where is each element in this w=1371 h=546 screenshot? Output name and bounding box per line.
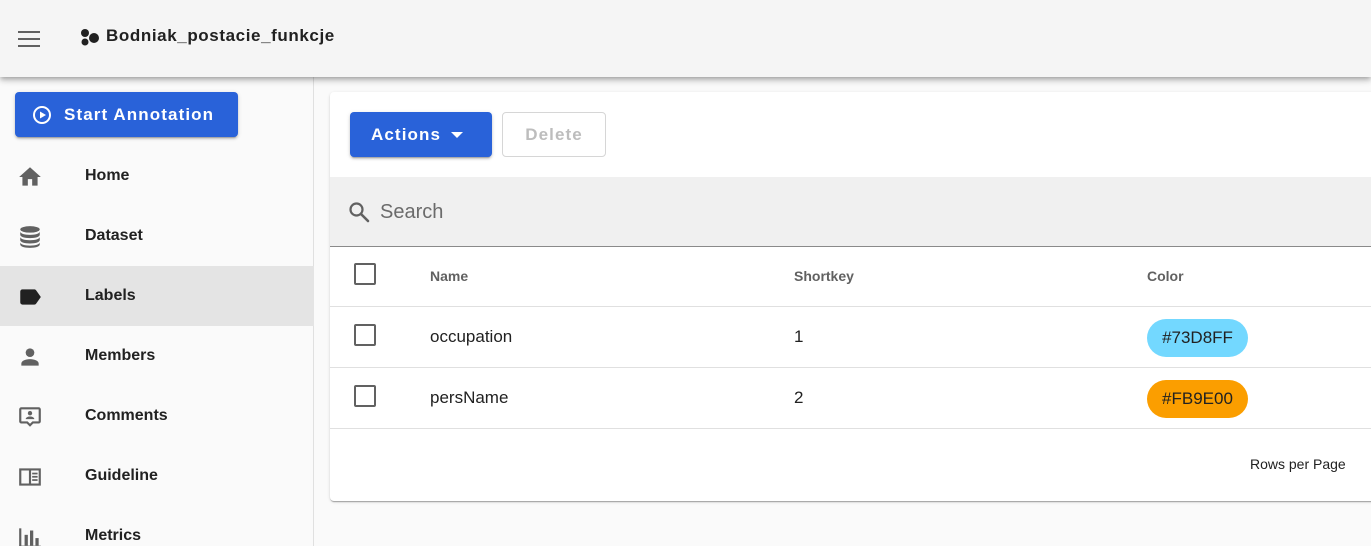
table-header: Name Shortkey Color <box>330 247 1371 307</box>
label-name: occupation <box>430 327 513 346</box>
search-bar <box>330 177 1371 247</box>
home-icon <box>19 167 41 186</box>
account-icon <box>21 348 39 366</box>
sidebar: Start Annotation Home Dataset Labels Mem… <box>0 77 314 546</box>
book-icon <box>19 468 41 486</box>
search-input[interactable] <box>380 197 980 227</box>
labels-card: Actions Delete Name Shortkey Color occup… <box>330 92 1371 501</box>
sidebar-item-label: Members <box>85 347 156 364</box>
sidebar-item-label: Metrics <box>85 527 142 544</box>
select-all-checkbox[interactable] <box>354 263 376 285</box>
column-header-color[interactable]: Color <box>1147 268 1184 284</box>
table-row[interactable]: occupation 1 #73D8FF <box>330 307 1371 368</box>
delete-label: Delete <box>525 125 583 144</box>
row-checkbox[interactable] <box>354 324 376 346</box>
start-annotation-button[interactable]: Start Annotation <box>15 92 238 137</box>
column-header-name[interactable]: Name <box>430 268 468 284</box>
table-row[interactable]: persName 2 #FB9E00 <box>330 368 1371 429</box>
row-checkbox[interactable] <box>354 385 376 407</box>
sidebar-item-labels[interactable]: Labels <box>0 266 314 326</box>
sidebar-item-metrics[interactable]: Metrics <box>0 506 314 546</box>
start-annotation-label: Start Annotation <box>64 105 215 124</box>
actions-button[interactable]: Actions <box>350 112 492 157</box>
sidebar-item-guideline[interactable]: Guideline <box>0 446 314 506</box>
delete-button[interactable]: Delete <box>502 112 606 157</box>
database-icon <box>20 226 40 248</box>
label-name: persName <box>430 388 509 407</box>
app-bar: Bodniak_postacie_funkcje <box>0 0 1371 77</box>
sidebar-item-dataset[interactable]: Dataset <box>0 206 314 266</box>
sidebar-item-home[interactable]: Home <box>0 146 314 206</box>
project-logo-icon <box>81 29 99 46</box>
sidebar-item-label: Comments <box>85 407 168 424</box>
app-title: Bodniak_postacie_funkcje <box>106 26 335 45</box>
label-shortkey: 1 <box>794 327 804 346</box>
color-chip[interactable]: #73D8FF <box>1147 319 1248 357</box>
actions-label: Actions <box>371 125 442 144</box>
sidebar-item-label: Home <box>85 167 130 184</box>
sidebar-item-label: Dataset <box>85 227 143 244</box>
chart-bar-icon <box>19 528 41 546</box>
label-icon <box>20 289 41 305</box>
column-header-shortkey[interactable]: Shortkey <box>794 268 854 284</box>
sidebar-item-label: Labels <box>85 287 136 304</box>
sidebar-item-comments[interactable]: Comments <box>0 386 314 446</box>
sidebar-item-label: Guideline <box>85 467 158 484</box>
comment-icon <box>19 407 41 427</box>
play-circle-icon <box>33 106 51 124</box>
color-chip[interactable]: #FB9E00 <box>1147 380 1248 418</box>
search-icon <box>349 202 370 223</box>
menu-icon[interactable] <box>14 23 46 55</box>
caret-down-icon <box>451 132 463 138</box>
rows-per-page-label: Rows per Page <box>1250 456 1346 472</box>
label-shortkey: 2 <box>794 388 804 407</box>
sidebar-item-members[interactable]: Members <box>0 326 314 386</box>
